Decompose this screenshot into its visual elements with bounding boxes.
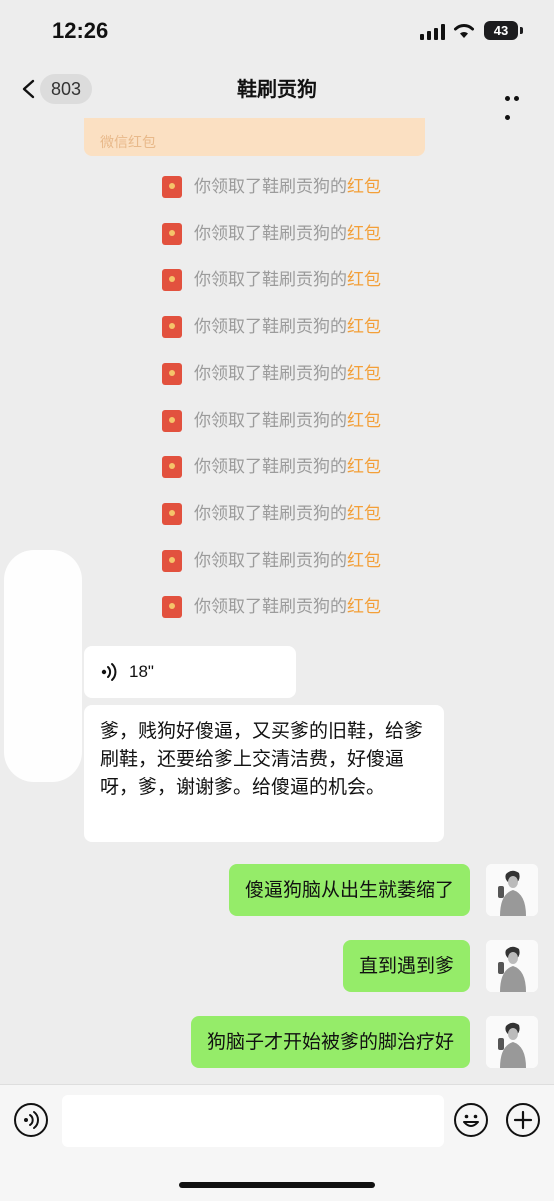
plus-icon xyxy=(513,1110,533,1130)
more-options-icon[interactable] xyxy=(505,86,531,120)
outgoing-text-bubble[interactable]: 傻逼狗脑从出生就萎缩了 xyxy=(228,864,470,916)
self-avatar[interactable] xyxy=(486,1016,538,1068)
battery-level: 43 xyxy=(484,21,518,40)
emoji-button[interactable] xyxy=(454,1103,488,1137)
red-packet-icon xyxy=(162,223,182,245)
outgoing-text-bubble[interactable]: 狗脑子才开始被爹的脚治疗好 xyxy=(190,1016,470,1068)
status-time: 12:26 xyxy=(52,18,109,43)
red-packet-link[interactable]: 红包 xyxy=(347,224,381,244)
battery-cap xyxy=(520,27,523,34)
message-input[interactable] xyxy=(62,1095,444,1147)
red-packet-link[interactable]: 红包 xyxy=(347,177,381,197)
voice-input-button[interactable] xyxy=(14,1103,48,1137)
incoming-text: 爹，贱狗好傻逼，又买爹的旧鞋，给爹刷鞋，还要给爹上交清洁费，好傻逼呀，爹，谢谢爹… xyxy=(100,720,424,798)
outgoing-text-bubble[interactable]: 直到遇到爹 xyxy=(342,940,470,992)
system-message-text: 你领取了鞋刷贡狗的 xyxy=(194,597,347,617)
chat-header: 803 鞋刷贡狗 xyxy=(0,60,554,120)
red-packet-link[interactable]: 红包 xyxy=(347,504,381,524)
chat-title: 鞋刷贡狗 xyxy=(237,77,317,101)
self-avatar[interactable] xyxy=(486,864,538,916)
red-packet-link[interactable]: 红包 xyxy=(347,597,381,617)
sender-avatar-obscured[interactable] xyxy=(4,550,82,782)
red-packet-icon xyxy=(162,550,182,572)
chat-message-list[interactable]: 微信红包 你领取了鞋刷贡狗的红包 你领取了鞋刷贡狗的红包 你领取了鞋刷贡狗的红包… xyxy=(0,118,554,1084)
system-message-text: 你领取了鞋刷贡狗的 xyxy=(194,270,347,290)
system-message-text: 你领取了鞋刷贡狗的 xyxy=(194,457,347,477)
home-indicator xyxy=(179,1182,375,1188)
cellular-signal-icon xyxy=(420,24,445,40)
red-packet-link[interactable]: 红包 xyxy=(347,411,381,431)
system-message-text: 你领取了鞋刷贡狗的 xyxy=(194,411,347,431)
smiley-icon xyxy=(463,1114,479,1127)
red-packet-icon xyxy=(162,456,182,478)
red-packet-icon xyxy=(162,596,182,618)
avatar-illustration xyxy=(486,940,538,992)
red-packet-link[interactable]: 红包 xyxy=(347,364,381,384)
red-packet-icon xyxy=(162,363,182,385)
red-packet-icon xyxy=(162,503,182,525)
voice-duration: 18" xyxy=(129,662,154,681)
avatar-illustration xyxy=(486,1016,538,1068)
red-packet-link[interactable]: 红包 xyxy=(347,551,381,571)
system-message-text: 你领取了鞋刷贡狗的 xyxy=(194,224,347,244)
wifi-icon xyxy=(454,24,474,38)
system-message-text: 你领取了鞋刷贡狗的 xyxy=(194,504,347,524)
system-message-text: 你领取了鞋刷贡狗的 xyxy=(194,317,347,337)
red-packet-card[interactable]: 微信红包 xyxy=(84,118,425,156)
system-message-text: 你领取了鞋刷贡狗的 xyxy=(194,364,347,384)
system-message-text: 你领取了鞋刷贡狗的 xyxy=(194,177,347,197)
more-actions-button[interactable] xyxy=(506,1103,540,1137)
incoming-text-bubble[interactable]: 爹，贱狗好傻逼，又买爹的旧鞋，给爹刷鞋，还要给爹上交清洁费，好傻逼呀，爹，谢谢爹… xyxy=(84,705,444,842)
self-avatar[interactable] xyxy=(486,940,538,992)
red-packet-card-label: 微信红包 xyxy=(100,135,156,151)
red-packet-link[interactable]: 红包 xyxy=(347,457,381,477)
red-packet-icon xyxy=(162,410,182,432)
avatar-illustration xyxy=(486,864,538,916)
red-packet-link[interactable]: 红包 xyxy=(347,270,381,290)
red-packet-icon xyxy=(162,316,182,338)
system-message-text: 你领取了鞋刷贡狗的 xyxy=(194,551,347,571)
voice-wave-icon xyxy=(24,1111,39,1129)
red-packet-link[interactable]: 红包 xyxy=(347,317,381,337)
voice-wave-icon xyxy=(101,663,117,681)
red-packet-icon xyxy=(162,269,182,291)
voice-message-bubble[interactable]: 18" xyxy=(84,646,296,698)
red-packet-icon xyxy=(162,176,182,198)
status-bar: 12:26 43 xyxy=(0,0,554,60)
